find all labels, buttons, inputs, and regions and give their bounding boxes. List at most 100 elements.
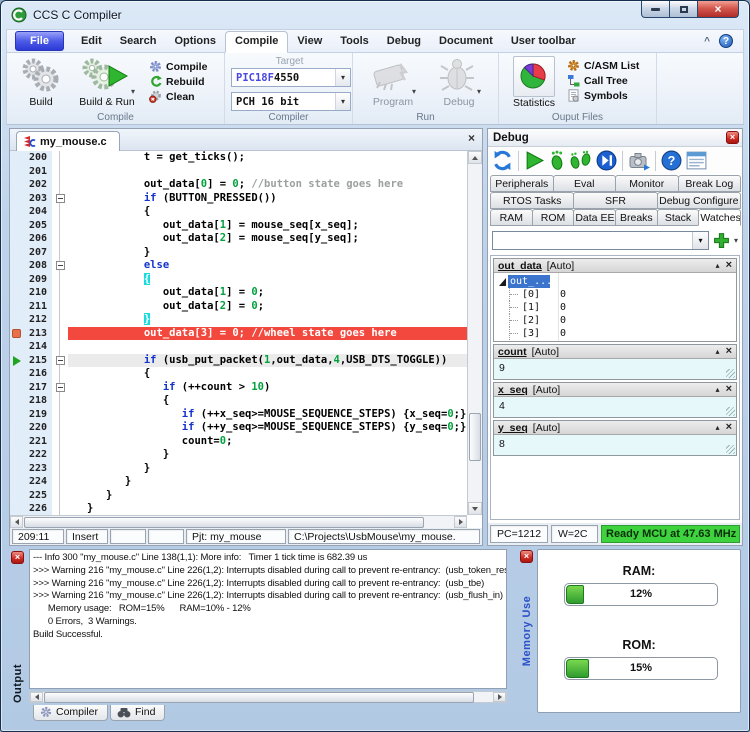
- step-over-icon[interactable]: [569, 150, 593, 171]
- dropdown-arrow-icon[interactable]: ▾: [335, 69, 350, 86]
- help-icon[interactable]: ?: [719, 34, 733, 48]
- watch-name[interactable]: y_seq: [498, 422, 528, 434]
- scroll-right-icon[interactable]: [493, 692, 506, 702]
- compile-button[interactable]: Compile: [147, 60, 209, 73]
- run-icon[interactable]: [524, 150, 545, 171]
- menu-item-compile[interactable]: Compile: [225, 31, 289, 53]
- code-text[interactable]: t = get_ticks();: [68, 151, 467, 165]
- memory-close-button[interactable]: ×: [520, 550, 533, 563]
- watch-close-icon[interactable]: ×: [726, 422, 732, 433]
- snapshot-icon[interactable]: [628, 150, 650, 171]
- code-text[interactable]: {: [68, 205, 467, 219]
- code-text[interactable]: out_data[0] = 0; //button state goes her…: [68, 178, 467, 192]
- tab-find[interactable]: Find: [110, 705, 166, 721]
- statistics-button[interactable]: Statistics: [509, 56, 559, 109]
- debug-tab-breaks[interactable]: Breaks: [615, 209, 658, 226]
- editor-vertical-scrollbar[interactable]: [467, 151, 482, 515]
- watch-close-icon[interactable]: ×: [726, 346, 732, 357]
- code-text[interactable]: }: [68, 475, 467, 489]
- gutter[interactable]: [10, 245, 24, 259]
- rebuild-button[interactable]: Rebuild: [147, 75, 209, 88]
- gutter[interactable]: [10, 394, 24, 408]
- watch-array-item[interactable]: [1] 0: [494, 301, 736, 314]
- debug-button[interactable]: ▾ Debug: [431, 56, 487, 108]
- watch-value[interactable]: 4: [494, 397, 736, 417]
- menu-item-options[interactable]: Options: [165, 32, 225, 50]
- code-text[interactable]: {: [68, 272, 467, 287]
- scroll-thumb[interactable]: [24, 516, 424, 528]
- watch-collapse-icon[interactable]: ▴: [716, 347, 720, 356]
- code-text[interactable]: out_data[1] = mouse_seq[x_seq];: [68, 219, 467, 233]
- gutter[interactable]: [10, 191, 24, 205]
- fold-marker-icon[interactable]: [55, 355, 65, 365]
- watch-root-label[interactable]: out_...: [508, 275, 550, 288]
- scroll-left-icon[interactable]: [30, 692, 43, 702]
- watch-close-icon[interactable]: ×: [726, 260, 732, 271]
- debug-tab-data-ee[interactable]: Data EE: [573, 209, 617, 226]
- code-text[interactable]: [68, 165, 467, 179]
- code-text[interactable]: [68, 340, 467, 354]
- debug-tab-peripherals[interactable]: Peripherals: [490, 175, 554, 192]
- breakpoint-icon[interactable]: [12, 328, 21, 338]
- menu-item-debug[interactable]: Debug: [378, 32, 430, 50]
- scroll-right-icon[interactable]: [454, 516, 467, 528]
- scroll-thumb[interactable]: [44, 691, 474, 703]
- build-button[interactable]: Build: [13, 56, 69, 108]
- watch-array-item[interactable]: [0] 0: [494, 288, 736, 301]
- gutter[interactable]: [10, 164, 24, 178]
- editor-horizontal-scrollbar[interactable]: [10, 515, 467, 528]
- menu-item-search[interactable]: Search: [111, 32, 166, 50]
- gutter[interactable]: [10, 340, 24, 354]
- fold-marker-icon[interactable]: [55, 382, 65, 392]
- editor-tab-my-mouse[interactable]: my_mouse.c: [16, 131, 120, 151]
- help-icon[interactable]: ?: [661, 150, 682, 171]
- code-area[interactable]: 200 t = get_ticks(); 201 202 out_data[0] =…: [10, 151, 467, 515]
- target-device-select[interactable]: PIC18F4550 ▾: [231, 68, 351, 87]
- code-text[interactable]: if (++count > 10): [68, 381, 467, 395]
- debug-tab-ram[interactable]: RAM: [490, 209, 533, 226]
- expander-icon[interactable]: [499, 277, 506, 286]
- debug-tab-monitor[interactable]: Monitor: [615, 175, 679, 192]
- reset-icon[interactable]: [492, 150, 513, 171]
- menu-item-file[interactable]: File: [15, 31, 64, 51]
- step-icon[interactable]: [548, 150, 566, 171]
- watch-array-item[interactable]: [3] 0: [494, 327, 736, 340]
- close-button[interactable]: ×: [697, 1, 739, 18]
- code-text[interactable]: }: [68, 246, 467, 260]
- add-watch-caret-icon[interactable]: ▾: [734, 236, 738, 245]
- code-text[interactable]: if (usb_put_packet(1,out_data,4,USB_DTS_…: [68, 353, 467, 367]
- debug-tab-debug-configure[interactable]: Debug Configure: [656, 192, 741, 209]
- code-text[interactable]: }: [68, 502, 467, 515]
- call-tree-button[interactable]: Call Tree: [565, 74, 641, 87]
- debug-tab-stack[interactable]: Stack: [656, 209, 700, 226]
- fold-marker-icon[interactable]: [55, 193, 65, 203]
- output-horizontal-scrollbar[interactable]: [29, 691, 507, 703]
- debug-tab-sfr[interactable]: SFR: [573, 192, 658, 209]
- gutter[interactable]: [10, 299, 24, 313]
- watch-close-icon[interactable]: ×: [726, 384, 732, 395]
- gutter[interactable]: [10, 232, 24, 246]
- code-text[interactable]: out_data[3] = 0; //wheel state goes here: [68, 326, 467, 340]
- menu-item-view[interactable]: View: [288, 32, 331, 50]
- menu-item-user-toolbar[interactable]: User toolbar: [502, 32, 585, 50]
- code-text[interactable]: out_data[2] = 0;: [68, 300, 467, 314]
- watch-collapse-icon[interactable]: ▴: [716, 423, 720, 432]
- gutter[interactable]: [10, 448, 24, 462]
- collapse-ribbon-icon[interactable]: ^: [704, 36, 710, 47]
- gutter[interactable]: [10, 259, 24, 273]
- code-text[interactable]: out_data[2] = mouse_seq[y_seq];: [68, 232, 467, 246]
- output-close-button[interactable]: ×: [11, 551, 24, 564]
- code-text[interactable]: }: [68, 313, 467, 327]
- gutter[interactable]: [10, 488, 24, 502]
- code-text[interactable]: if (BUTTON_PRESSED()): [68, 192, 467, 206]
- watch-value[interactable]: 8: [494, 435, 736, 455]
- scroll-thumb[interactable]: [469, 413, 481, 462]
- gutter[interactable]: [10, 313, 24, 327]
- menu-item-edit[interactable]: Edit: [72, 32, 111, 50]
- gutter[interactable]: [10, 178, 24, 192]
- watch-expression-input[interactable]: ▾: [492, 231, 709, 250]
- minimize-button[interactable]: [641, 1, 670, 18]
- compiler-mode-select[interactable]: PCH 16 bit ▾: [231, 92, 351, 111]
- gutter[interactable]: [10, 434, 24, 448]
- gutter[interactable]: [10, 502, 24, 515]
